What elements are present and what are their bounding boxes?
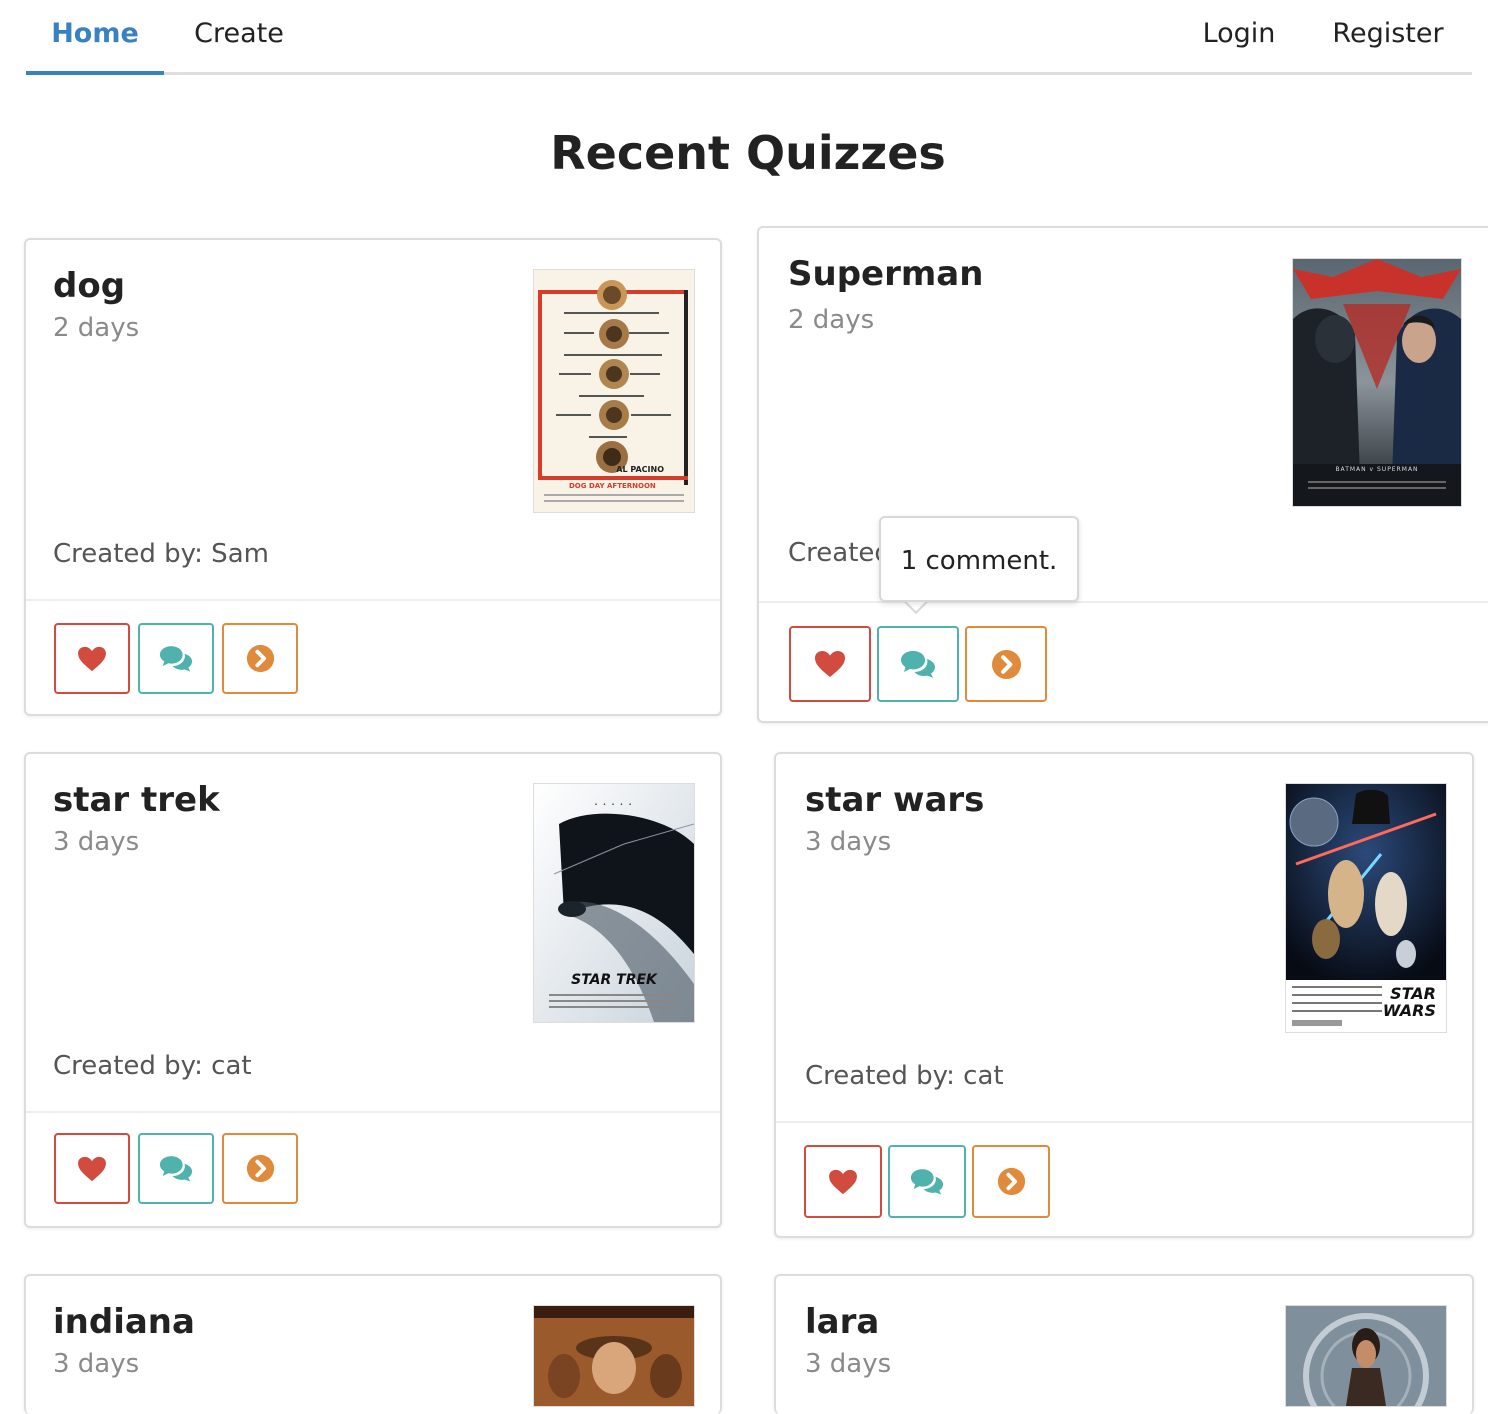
card-divider — [26, 599, 720, 601]
quiz-card-lara: lara 3 days — [774, 1274, 1474, 1414]
quiz-poster-image[interactable] — [533, 1305, 695, 1407]
tomb-raider-poster-art — [1286, 1306, 1446, 1406]
open-quiz-button[interactable] — [965, 626, 1047, 702]
comments-button[interactable] — [138, 623, 214, 694]
quiz-title[interactable]: star trek — [53, 780, 220, 820]
batman-superman-poster-art: BATMAN v SUPERMAN — [1293, 259, 1461, 506]
comments-icon — [159, 645, 193, 672]
heart-icon — [814, 650, 846, 678]
like-button[interactable] — [54, 1133, 130, 1204]
comments-tooltip: 1 comment. — [879, 516, 1079, 602]
quiz-creator: Created by: Sam — [53, 539, 269, 569]
quiz-poster-image[interactable]: AL PACINO DOG DAY AFTERNOON — [533, 269, 695, 513]
like-button[interactable] — [804, 1145, 882, 1218]
quiz-age: 3 days — [805, 1349, 892, 1379]
open-quiz-button[interactable] — [222, 623, 298, 694]
poster-caption: WARS — [1383, 1001, 1436, 1020]
quiz-title[interactable]: Superman — [788, 254, 983, 294]
quiz-card-dog: dog 2 days AL PACINO DOG DAY AFTERNOON C… — [24, 238, 722, 716]
like-button[interactable] — [789, 626, 871, 702]
quiz-age: 2 days — [53, 313, 140, 343]
quiz-poster-image[interactable]: • • • • • STAR TREK — [533, 783, 695, 1023]
star-trek-poster-art: • • • • • STAR TREK — [534, 784, 694, 1022]
nav-register[interactable]: Register — [1322, 0, 1454, 72]
quiz-title[interactable]: indiana — [53, 1302, 195, 1342]
dog-day-poster-art: AL PACINO DOG DAY AFTERNOON — [534, 270, 694, 512]
comments-button[interactable] — [888, 1145, 966, 1218]
quiz-card-indiana: indiana 3 days — [24, 1274, 722, 1414]
quiz-age: 3 days — [53, 827, 140, 857]
open-quiz-button[interactable] — [222, 1133, 298, 1204]
quiz-title[interactable]: star wars — [805, 780, 984, 820]
poster-caption: AL PACINO — [616, 465, 664, 474]
star-wars-poster-art: STAR WARS — [1286, 784, 1446, 1032]
poster-caption: DOG DAY AFTERNOON — [569, 482, 656, 490]
heart-icon — [77, 646, 107, 672]
card-divider — [26, 1111, 720, 1113]
comments-button[interactable] — [877, 626, 959, 702]
indiana-jones-poster-art — [534, 1306, 694, 1406]
quiz-card-star-trek: star trek 3 days • • • • • STAR TREK Cre… — [24, 752, 722, 1228]
quiz-card-superman: Superman 2 days BATMAN v SUPERMAN Create… — [757, 226, 1488, 723]
card-divider — [759, 601, 1488, 603]
comments-button[interactable] — [138, 1133, 214, 1204]
comments-icon — [900, 650, 936, 678]
quiz-title[interactable]: dog — [53, 266, 125, 306]
quiz-age: 3 days — [805, 827, 892, 857]
nav-login[interactable]: Login — [1192, 0, 1286, 72]
quiz-poster-image[interactable]: STAR WARS — [1285, 783, 1447, 1033]
nav-home[interactable]: Home — [26, 0, 164, 75]
chevron-circle-right-icon — [997, 1167, 1026, 1196]
heart-icon — [828, 1169, 858, 1195]
comments-icon — [910, 1168, 944, 1195]
quiz-poster-image[interactable]: BATMAN v SUPERMAN — [1292, 258, 1462, 507]
chevron-circle-right-icon — [246, 644, 275, 673]
svg-text:• • • • •: • • • • • — [594, 802, 633, 808]
quiz-poster-image[interactable] — [1285, 1305, 1447, 1407]
quiz-creator: Created by: cat — [53, 1051, 252, 1081]
poster-caption: STAR TREK — [571, 972, 658, 988]
comments-icon — [159, 1155, 193, 1182]
quiz-age: 3 days — [53, 1349, 140, 1379]
like-button[interactable] — [54, 623, 130, 694]
nav-create[interactable]: Create — [176, 0, 302, 72]
quiz-age: 2 days — [788, 305, 875, 335]
quiz-creator: Created by: cat — [805, 1061, 1004, 1091]
top-nav: Home Create Login Register — [26, 0, 1472, 75]
open-quiz-button[interactable] — [972, 1145, 1050, 1218]
quiz-title[interactable]: lara — [805, 1302, 879, 1342]
chevron-circle-right-icon — [991, 649, 1022, 680]
heart-icon — [77, 1156, 107, 1182]
chevron-circle-right-icon — [246, 1154, 275, 1183]
card-divider — [776, 1121, 1472, 1123]
page-title: Recent Quizzes — [550, 126, 946, 180]
quiz-card-star-wars: star wars 3 days STAR WARS Created by: c… — [774, 752, 1474, 1238]
poster-caption: BATMAN v SUPERMAN — [1335, 466, 1418, 473]
